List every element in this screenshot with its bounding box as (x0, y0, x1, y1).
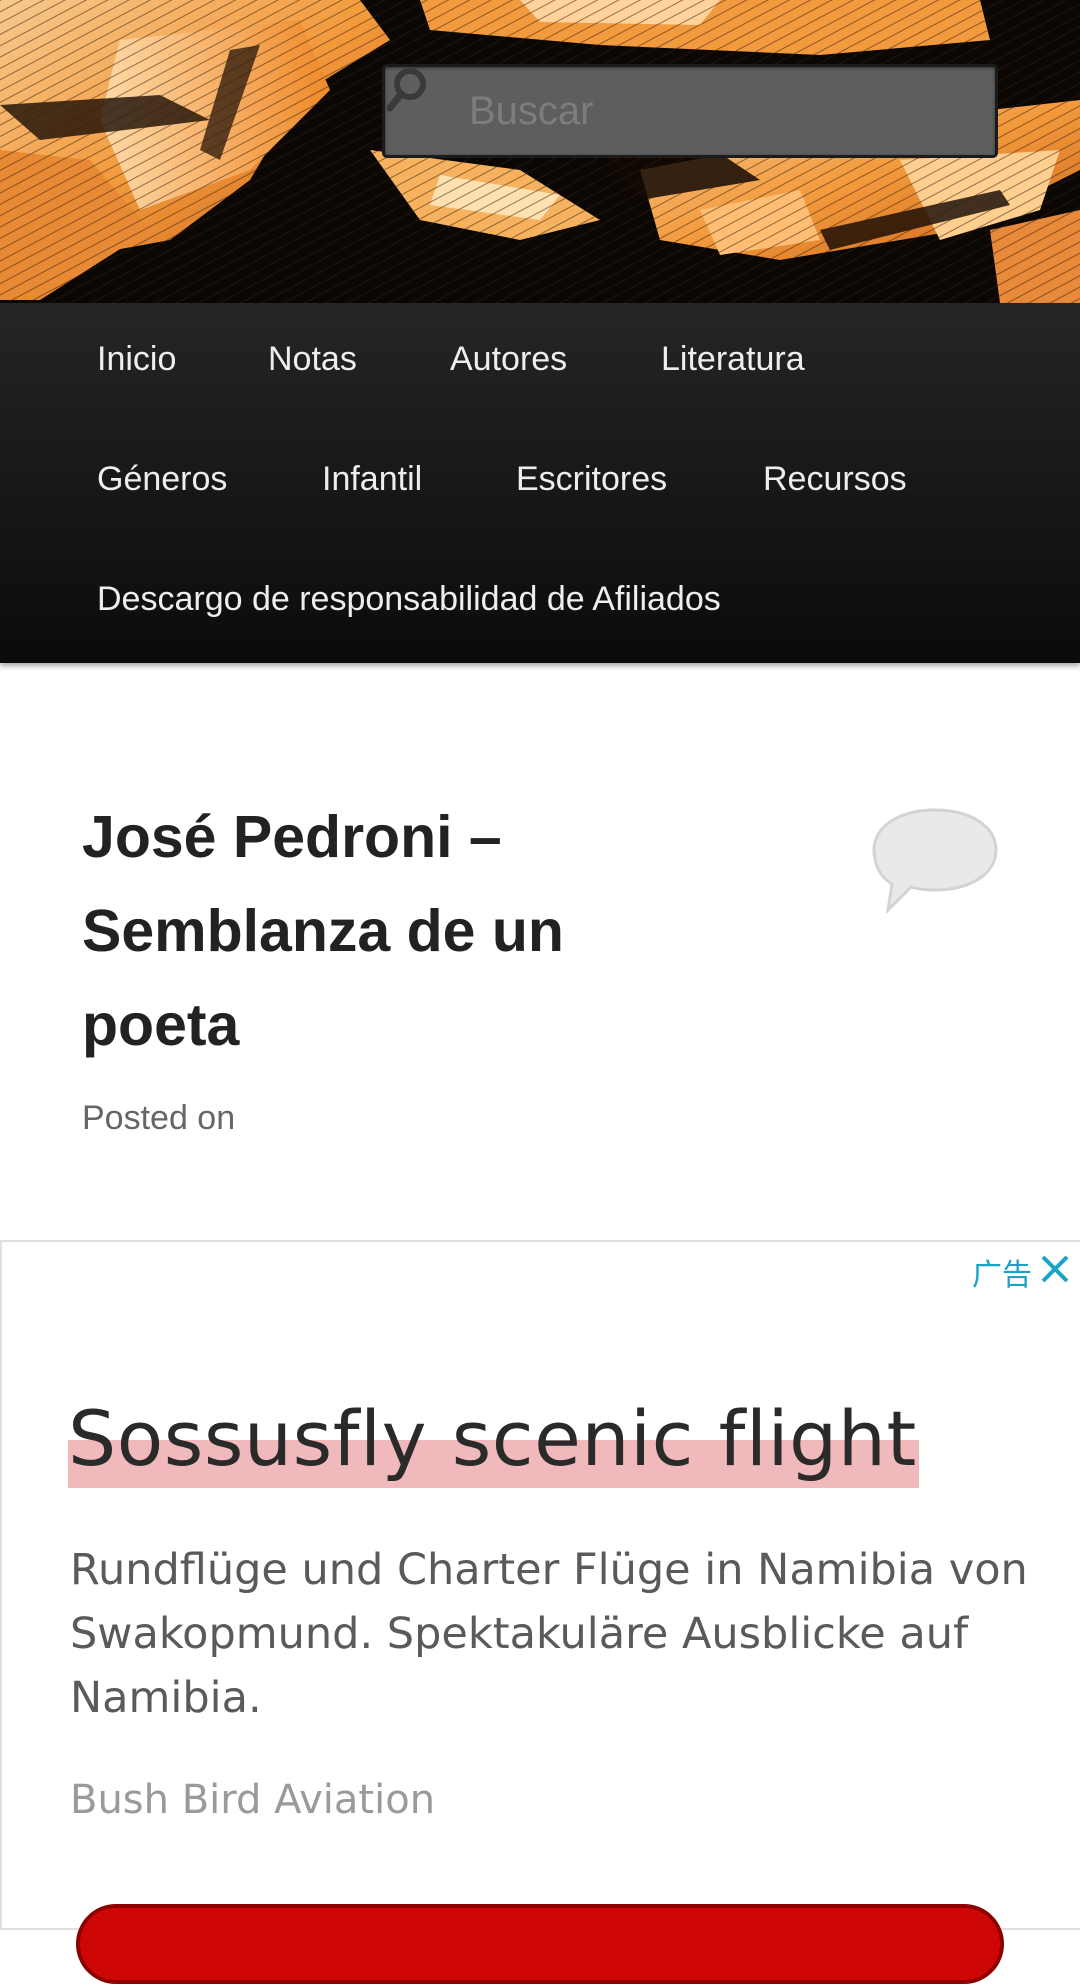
ad-headline-wrap[interactable]: Sossusfly scenic flight (68, 1394, 919, 1488)
nav-item-infantil[interactable]: Infantil (322, 459, 422, 499)
search-icon (386, 68, 426, 112)
ad-advertiser[interactable]: Bush Bird Aviation (70, 1772, 435, 1828)
nav-item-escritores[interactable]: Escritores (516, 459, 667, 499)
nav-item-generos[interactable]: Géneros (97, 459, 227, 499)
nav-item-recursos[interactable]: Recursos (763, 459, 907, 499)
ad-label[interactable]: 广告 (972, 1250, 1032, 1294)
main-nav: Inicio Notas Autores Literatura Géneros … (0, 303, 1080, 663)
nav-item-inicio[interactable]: Inicio (97, 339, 176, 379)
post-meta: Posted on (82, 1099, 236, 1137)
search-input[interactable] (469, 67, 979, 155)
ad-headline[interactable]: Sossusfly scenic flight (68, 1394, 917, 1484)
nav-item-descargo-afiliados[interactable]: Descargo de responsabilidad de Afiliados (97, 579, 721, 619)
close-icon[interactable] (1036, 1250, 1074, 1288)
nav-item-notas[interactable]: Notas (268, 339, 357, 379)
ad-body-text[interactable]: Rundflüge und Charter Flüge in Namibia v… (70, 1538, 1030, 1730)
article-title[interactable]: José Pedroni – Semblanza de un poeta (82, 790, 702, 1072)
ad-cta-button[interactable] (76, 1904, 1004, 1984)
search-box[interactable] (382, 64, 998, 158)
comment-bubble-icon[interactable] (870, 806, 1000, 914)
nav-item-literatura[interactable]: Literatura (661, 339, 805, 379)
header-banner (0, 0, 1080, 303)
nav-item-autores[interactable]: Autores (450, 339, 567, 379)
